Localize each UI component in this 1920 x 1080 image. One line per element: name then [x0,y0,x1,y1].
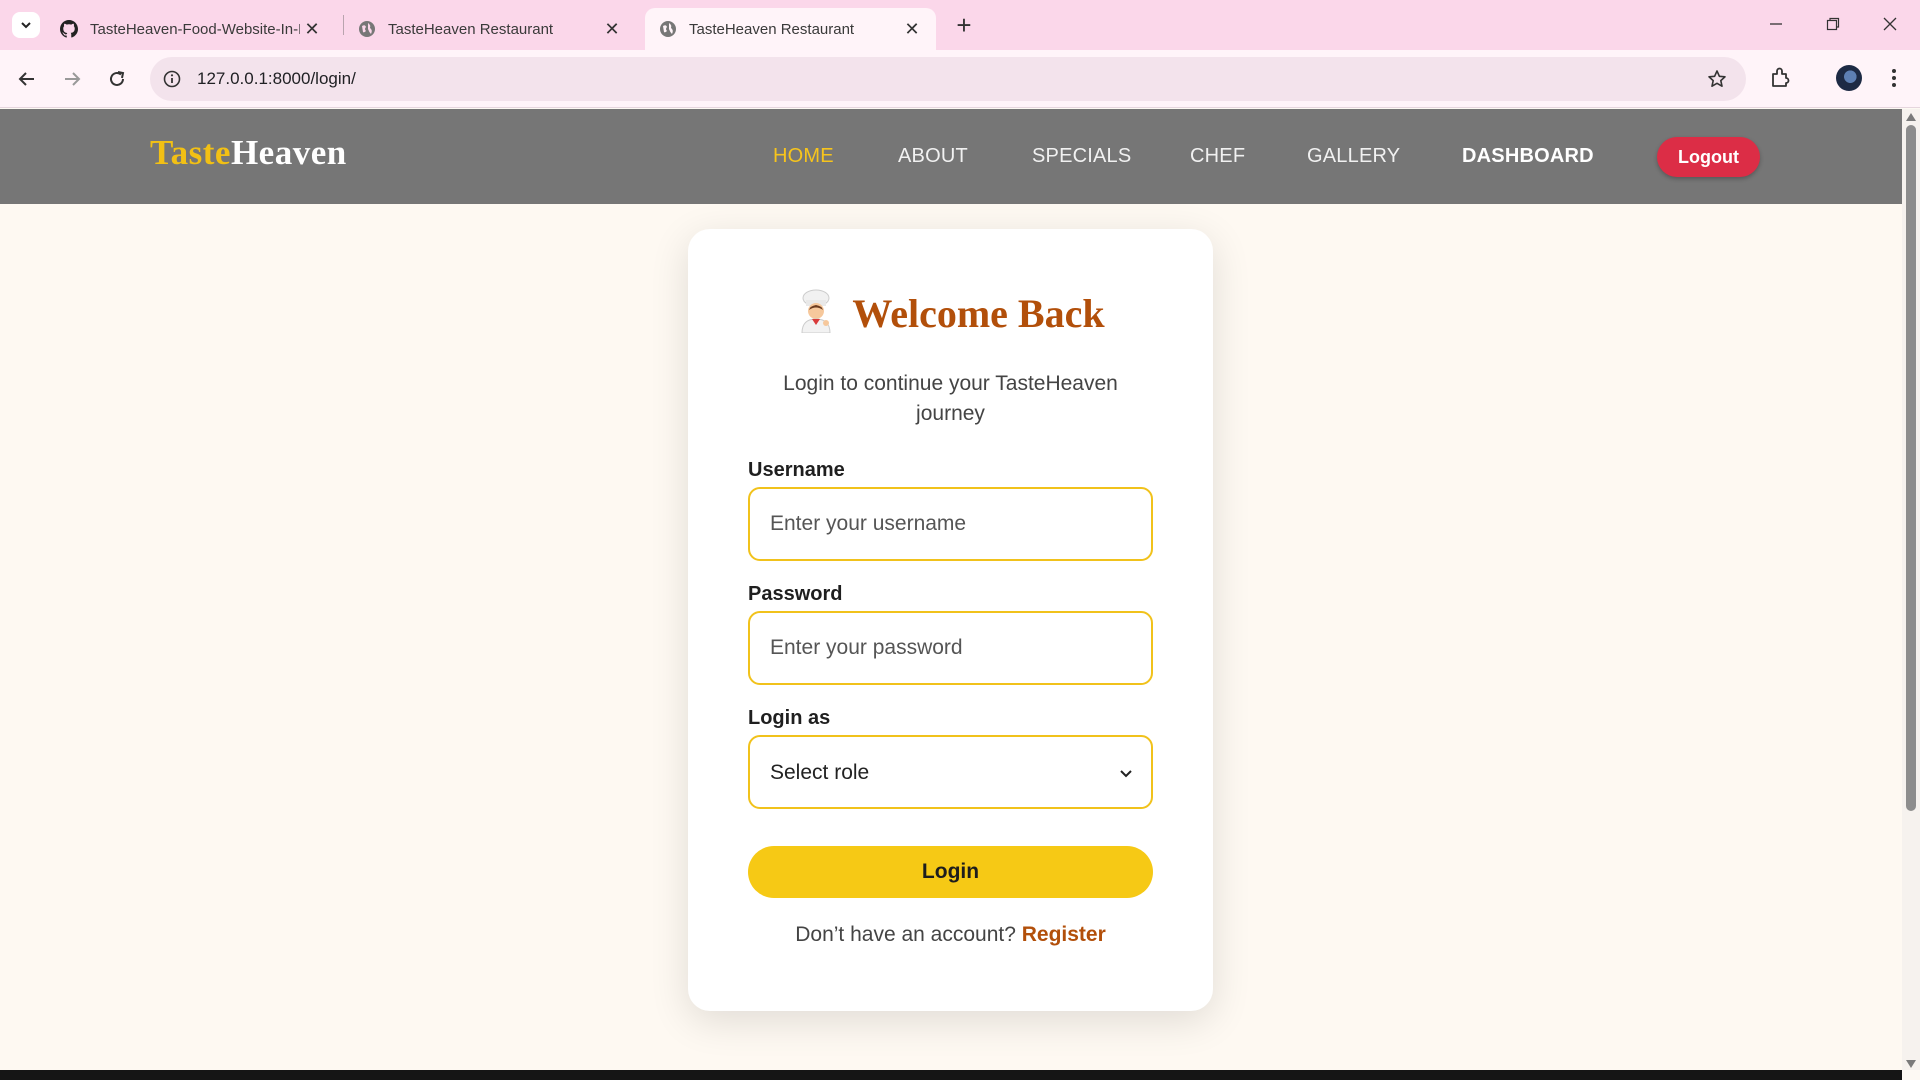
username-label: Username [748,459,845,481]
nav-gallery[interactable]: GALLERY [1307,145,1400,168]
close-icon[interactable]: ✕ [602,19,622,39]
site-header: TasteHeaven HOME ABOUT SPECIALS CHEF GAL… [0,109,1902,204]
chef-emoji-icon [801,289,831,333]
bookmark-star-icon[interactable] [1706,68,1728,90]
new-tab-button[interactable]: + [950,10,978,40]
login-button[interactable]: Login [748,846,1153,898]
back-button[interactable] [13,65,41,93]
chevron-down-icon [21,22,31,29]
logo-part-1: Taste [150,133,231,172]
logout-button[interactable]: Logout [1657,137,1760,177]
reload-button[interactable] [103,65,131,93]
github-icon [60,20,78,38]
logo-part-2: Heaven [230,133,347,172]
login-card: Welcome Back Login to continue your Tast… [688,229,1213,1011]
login-title: Welcome Back [852,291,1105,336]
password-input[interactable] [750,613,1151,683]
extensions-icon[interactable] [1768,65,1794,91]
nav-dashboard[interactable]: DASHBOARD [1462,145,1594,168]
profile-avatar[interactable] [1836,65,1862,91]
nav-about[interactable]: ABOUT [898,145,968,168]
register-link[interactable]: Register [1022,923,1106,946]
nav-home[interactable]: HOME [773,145,834,168]
arrow-right-icon [65,72,81,86]
register-prompt: Don’t have an account? Register [688,923,1213,947]
browser-tab-3-active[interactable]: TasteHeaven Restaurant ✕ [645,8,936,50]
tab-title: TasteHeaven-Food-Website-In-Django [90,20,300,38]
login-subtitle: Login to continue your TasteHeaven journ… [783,372,1118,425]
username-input[interactable] [750,489,1151,559]
close-icon[interactable]: ✕ [902,19,922,39]
scroll-down-arrow-icon[interactable] [1906,1060,1916,1068]
bottom-edge-bar [0,1070,1902,1080]
minimize-button[interactable] [1758,10,1794,38]
browser-menu-icon[interactable] [1882,64,1906,92]
scroll-up-arrow-icon[interactable] [1906,113,1916,121]
browser-toolbar: 127.0.0.1:8000/login/ [0,50,1920,108]
role-select-value: Select role [770,761,870,784]
page-scrollbar[interactable] [1902,109,1920,1070]
reload-icon [110,71,125,86]
role-select[interactable]: Select role [748,735,1153,809]
site-logo[interactable]: TasteHeaven [150,133,347,173]
url-text[interactable]: 127.0.0.1:8000/login/ [197,69,356,89]
scrollbar-thumb[interactable] [1906,125,1916,811]
close-window-button[interactable] [1872,10,1908,38]
nav-specials[interactable]: SPECIALS [1032,145,1131,168]
forward-button[interactable] [58,65,86,93]
username-field[interactable] [748,487,1153,561]
tab-search-button[interactable] [12,12,40,38]
site-info-icon[interactable] [162,69,182,89]
login-heading: Welcome Back [688,289,1213,337]
restore-button[interactable] [1815,10,1851,38]
arrow-left-icon [18,72,34,86]
address-bar[interactable]: 127.0.0.1:8000/login/ [150,57,1746,101]
page-viewport: TasteHeaven HOME ABOUT SPECIALS CHEF GAL… [0,109,1902,1070]
restore-icon [1826,17,1840,31]
register-prompt-text: Don’t have an account? [795,923,1016,946]
close-icon[interactable]: ✕ [302,19,322,39]
browser-tab-2[interactable]: TasteHeaven Restaurant ✕ [344,8,636,50]
chevron-down-icon [1120,770,1132,778]
browser-tab-1[interactable]: TasteHeaven-Food-Website-In-Django ✕ [46,8,336,50]
password-field[interactable] [748,611,1153,685]
role-label: Login as [748,707,831,729]
globe-icon [358,20,376,38]
close-icon [1883,17,1897,31]
tab-title: TasteHeaven Restaurant [689,20,855,38]
nav-chef[interactable]: CHEF [1190,145,1245,168]
tab-title: TasteHeaven Restaurant [388,20,554,38]
browser-tab-strip: TasteHeaven-Food-Website-In-Django ✕ Tas… [0,0,1920,50]
minimize-icon [1770,23,1782,25]
globe-icon [659,20,677,38]
password-label: Password [748,583,843,605]
